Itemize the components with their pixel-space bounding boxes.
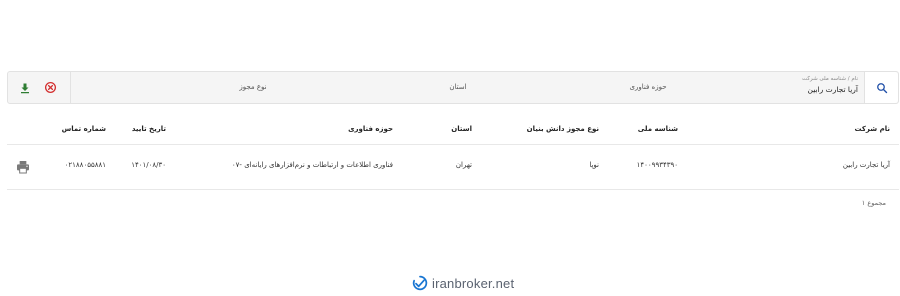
- download-button[interactable]: [14, 72, 36, 103]
- header-tech-field[interactable]: حوزه فناوری: [348, 125, 393, 133]
- cell-license-type: نوپا: [589, 161, 599, 169]
- close-circle-icon: [44, 81, 56, 94]
- license-type-placeholder: نوع مجوز: [239, 83, 267, 91]
- clear-filters-button[interactable]: [39, 72, 61, 103]
- total-count: ۱ مجموع: [861, 199, 886, 207]
- province-placeholder: استان: [449, 83, 467, 91]
- header-phone[interactable]: شماره تماس: [62, 125, 106, 133]
- header-license-type[interactable]: نوع مجوز دانش بنیان: [527, 125, 599, 133]
- brand-footer[interactable]: iranbroker.net: [412, 274, 514, 292]
- header-approval-date[interactable]: تاریخ تایید: [132, 125, 166, 133]
- header-province[interactable]: استان: [451, 125, 472, 133]
- cell-province: تهران: [455, 161, 472, 169]
- search-button[interactable]: [864, 72, 898, 103]
- cell-national-id: ۱۴۰۰۹۹۳۴۳۹۰: [636, 161, 678, 169]
- header-national-id[interactable]: شناسه ملی: [638, 125, 678, 133]
- tech-field-select[interactable]: حوزه فناوری: [608, 72, 688, 103]
- tech-field-placeholder: حوزه فناوری: [629, 83, 667, 91]
- download-icon: [21, 83, 29, 93]
- cell-tech-field: ۰۷- فناوری اطلاعات و ارتباطات و نرم‌افزا…: [231, 161, 393, 169]
- table-row[interactable]: آریا تجارت رابین ۱۴۰۰۹۹۳۴۳۹۰ نوپا تهران …: [7, 146, 899, 190]
- province-select[interactable]: استان: [428, 72, 488, 103]
- header-company[interactable]: نام شرکت: [854, 125, 890, 133]
- company-field-hint: نام / شناسه ملی شرکت: [802, 76, 858, 82]
- brand-name: iranbroker.net: [432, 275, 515, 291]
- company-search-field[interactable]: نام / شناسه ملی شرکت آریا تجارت رابین: [698, 72, 858, 103]
- print-icon: [17, 161, 29, 174]
- print-button[interactable]: [15, 159, 31, 175]
- cell-approval-date: ۱۴۰۱/۰۸/۳۰: [131, 161, 166, 169]
- table-header: نام شرکت شناسه ملی نوع مجوز دانش بنیان ا…: [7, 117, 899, 145]
- license-type-select[interactable]: نوع مجوز: [218, 72, 288, 103]
- cell-company: آریا تجارت رابین: [842, 161, 890, 169]
- toolbar-divider: [70, 72, 71, 103]
- search-icon: [876, 82, 887, 93]
- cell-phone: ۰۲۱۸۸۰۵۵۸۸۱: [64, 161, 106, 169]
- company-field-value[interactable]: آریا تجارت رابین: [807, 85, 858, 94]
- filter-bar: نام / شناسه ملی شرکت آریا تجارت رابین حو…: [7, 71, 899, 104]
- iranbroker-logo-icon: [412, 275, 428, 291]
